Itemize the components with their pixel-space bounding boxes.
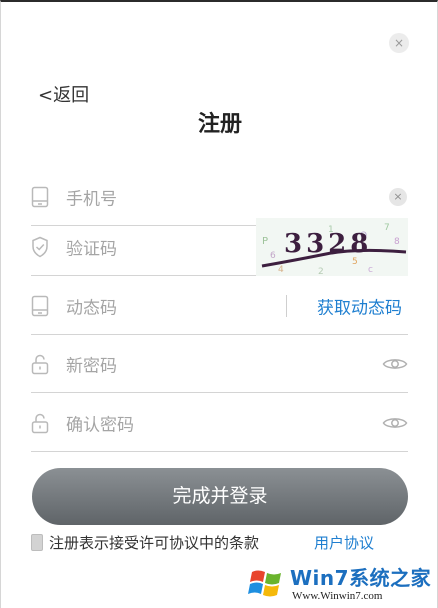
phone-icon (31, 295, 49, 316)
show-password-eye-icon[interactable] (382, 415, 408, 431)
dynamic-code-field[interactable]: 动态码 获取动态码 (31, 277, 408, 335)
watermark-url: Www.Winwin7.com (292, 590, 383, 602)
svg-text:6: 6 (270, 251, 276, 261)
new-password-input[interactable]: 新密码 (66, 351, 117, 376)
confirm-password-field[interactable]: 确认密码 (31, 394, 408, 452)
site-watermark: Win7系统之家 Www.Winwin7.com (246, 560, 436, 608)
lock-icon (31, 354, 49, 374)
svg-text:4: 4 (278, 265, 284, 275)
show-password-eye-icon[interactable] (382, 356, 408, 372)
user-agreement-link[interactable]: 用户协议 (314, 532, 374, 553)
shield-check-icon (32, 236, 48, 257)
close-dialog-button[interactable]: × (389, 33, 409, 53)
register-dialog: × <返回 注册 手机号 × 验证码 P 6 1 Q 7 8 5 c 2 4 3… (0, 0, 438, 608)
svg-text:8: 8 (394, 237, 400, 247)
watermark-brand: Win7系统之家 (290, 566, 432, 590)
terms-text: 注册表示接受许可协议中的条款 (49, 534, 260, 552)
svg-text:7: 7 (384, 223, 390, 233)
captcha-image[interactable]: P 6 1 Q 7 8 5 c 2 4 3328 (256, 218, 408, 276)
get-dynamic-code-button[interactable]: 获取动态码 (317, 293, 402, 318)
captcha-input[interactable]: 验证码 (66, 234, 117, 259)
back-label: 返回 (53, 85, 90, 106)
new-password-field[interactable]: 新密码 (31, 335, 408, 393)
complete-and-login-button[interactable]: 完成并登录 (32, 468, 408, 525)
captcha-field[interactable]: 验证码 P 6 1 Q 7 8 5 c 2 4 3328 (31, 218, 408, 276)
phone-input[interactable]: 手机号 (66, 184, 117, 209)
divider (286, 294, 287, 317)
back-chevron-icon: < (38, 85, 54, 106)
phone-icon (31, 186, 49, 207)
clear-phone-icon[interactable]: × (389, 187, 407, 206)
svg-text:c: c (368, 265, 373, 275)
lock-icon (31, 413, 49, 433)
svg-text:P: P (262, 236, 268, 247)
confirm-password-input[interactable]: 确认密码 (66, 410, 134, 435)
terms-checkbox[interactable] (31, 534, 43, 551)
page-title: 注册 (197, 112, 242, 137)
svg-text:2: 2 (318, 267, 324, 276)
windows-logo-icon (248, 570, 281, 597)
terms-row: 注册表示接受许可协议中的条款 用户协议 (31, 532, 421, 554)
dynamic-code-input[interactable]: 动态码 (66, 293, 117, 318)
back-link[interactable]: <返回 (38, 81, 89, 107)
